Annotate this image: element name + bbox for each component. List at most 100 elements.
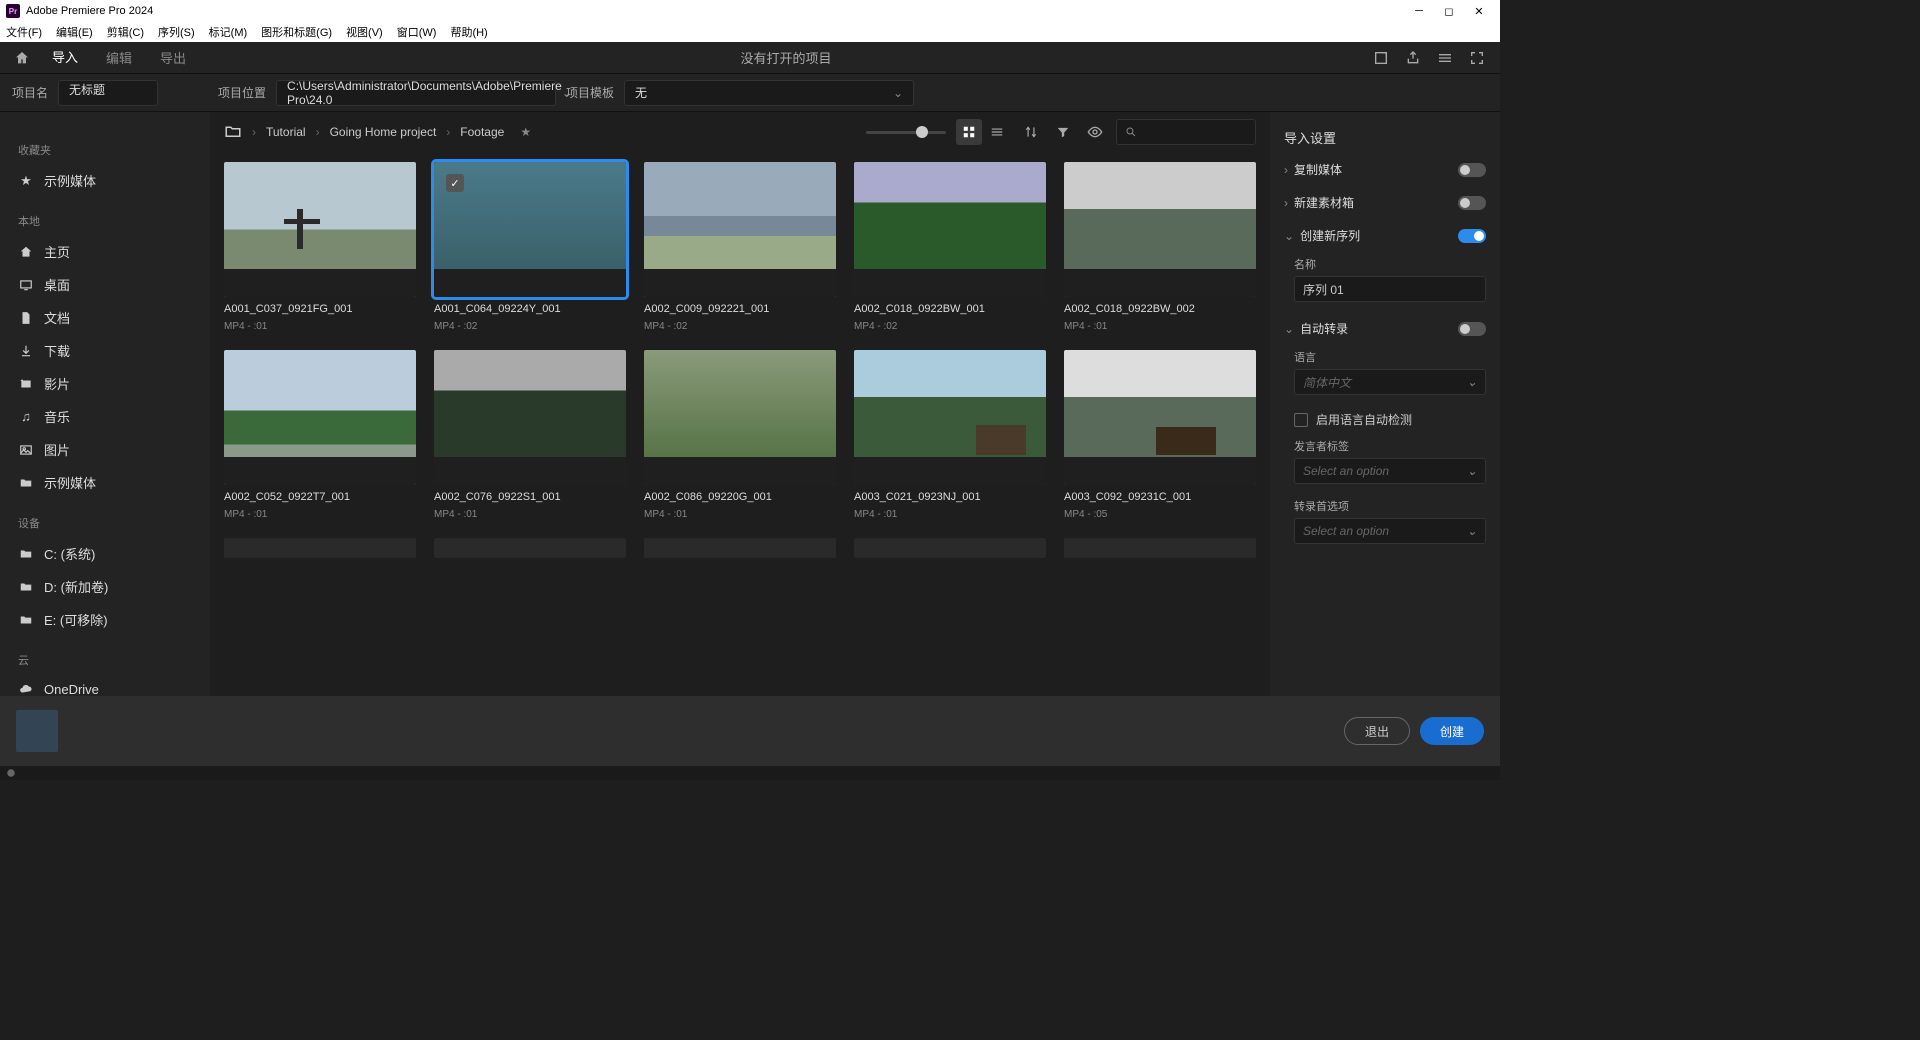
- media-thumbnail[interactable]: [1064, 538, 1256, 558]
- media-thumbnail[interactable]: [224, 538, 416, 558]
- breadcrumb-item[interactable]: Tutorial: [266, 125, 306, 139]
- sidebar-section-cloud: 云: [0, 646, 210, 674]
- exit-button[interactable]: 退出: [1344, 717, 1410, 745]
- auto-detect-checkbox-row[interactable]: 启用语言自动检测: [1270, 405, 1500, 434]
- menu-clip[interactable]: 剪辑(C): [107, 24, 144, 40]
- breadcrumb-item[interactable]: Footage: [460, 125, 504, 139]
- language-select[interactable]: 简体中文⌄: [1294, 369, 1486, 395]
- setting-auto-transcribe[interactable]: ⌄自动转录: [1270, 312, 1500, 345]
- media-thumbnail[interactable]: [644, 162, 836, 297]
- new-bin-toggle[interactable]: [1458, 196, 1486, 210]
- sequence-name-field: 名称: [1270, 252, 1500, 312]
- media-thumbnail[interactable]: [224, 350, 416, 485]
- sidebar-item-sample-media[interactable]: ★示例媒体: [0, 164, 210, 197]
- transcribe-pref-select[interactable]: Select an option⌄: [1294, 518, 1486, 544]
- media-card[interactable]: [434, 538, 626, 558]
- auto-transcribe-toggle[interactable]: [1458, 322, 1486, 336]
- menu-file[interactable]: 文件(F): [6, 24, 42, 40]
- maximize-icon[interactable]: ◻: [1434, 5, 1464, 18]
- list-view-button[interactable]: [984, 119, 1010, 145]
- copy-media-toggle[interactable]: [1458, 163, 1486, 177]
- media-thumbnail[interactable]: [1064, 162, 1256, 297]
- media-card[interactable]: A002_C009_092221_001MP4 - :02: [644, 162, 836, 332]
- sidebar-item-downloads[interactable]: 下载: [0, 334, 210, 367]
- media-card[interactable]: A001_C037_0921FG_001MP4 - :01: [224, 162, 416, 332]
- speaker-select[interactable]: Select an option⌄: [1294, 458, 1486, 484]
- sidebar-item-home[interactable]: 主页: [0, 235, 210, 268]
- menu-help[interactable]: 帮助(H): [450, 24, 487, 40]
- media-card[interactable]: A002_C076_0922S1_001MP4 - :01: [434, 350, 626, 520]
- project-name-input[interactable]: 无标题: [58, 80, 158, 106]
- breadcrumb-item[interactable]: Going Home project: [330, 125, 437, 139]
- media-card[interactable]: A002_C086_09220G_001MP4 - :01: [644, 350, 836, 520]
- sidebar-item-onedrive[interactable]: OneDrive: [0, 674, 210, 696]
- media-card[interactable]: [1064, 538, 1256, 558]
- project-bar: 项目名 无标题 项目位置 C:\Users\Administrator\Docu…: [0, 74, 1500, 112]
- media-thumbnail[interactable]: [434, 538, 626, 558]
- project-template-select[interactable]: 无⌄: [624, 80, 914, 106]
- menu-sequence[interactable]: 序列(S): [158, 24, 195, 40]
- eye-icon[interactable]: [1084, 121, 1106, 143]
- sidebar-item-documents[interactable]: 文档: [0, 301, 210, 334]
- media-card[interactable]: ✓A001_C064_09224Y_001MP4 - :02: [434, 162, 626, 332]
- workspace-menu-icon[interactable]: [1436, 49, 1454, 67]
- sequence-name-input[interactable]: [1294, 276, 1486, 302]
- media-card[interactable]: A002_C018_0922BW_002MP4 - :01: [1064, 162, 1256, 332]
- setting-new-bin[interactable]: ›新建素材箱: [1270, 186, 1500, 219]
- search-input[interactable]: [1116, 119, 1256, 145]
- menu-window[interactable]: 窗口(W): [397, 24, 437, 40]
- project-location-select[interactable]: C:\Users\Administrator\Documents\Adobe\P…: [276, 80, 556, 106]
- quick-export-icon[interactable]: [1372, 49, 1390, 67]
- menu-graphics[interactable]: 图形和标题(G): [261, 24, 332, 40]
- sidebar-item-desktop[interactable]: 桌面: [0, 268, 210, 301]
- sidebar-item-sample-folder[interactable]: 示例媒体: [0, 466, 210, 499]
- menu-view[interactable]: 视图(V): [346, 24, 383, 40]
- app-logo: Pr: [6, 4, 20, 18]
- fullscreen-icon[interactable]: [1468, 49, 1486, 67]
- menu-markers[interactable]: 标记(M): [209, 24, 248, 40]
- minimize-icon[interactable]: ─: [1404, 5, 1434, 17]
- checkbox-icon[interactable]: [1294, 413, 1308, 427]
- selected-thumbnail[interactable]: [16, 710, 58, 752]
- sidebar-item-drive-c[interactable]: C: (系统): [0, 537, 210, 570]
- media-thumbnail[interactable]: [854, 350, 1046, 485]
- media-thumbnail[interactable]: [224, 162, 416, 297]
- media-thumbnail[interactable]: [1064, 350, 1256, 485]
- media-card[interactable]: A003_C021_0923NJ_001MP4 - :01: [854, 350, 1046, 520]
- media-card[interactable]: [854, 538, 1046, 558]
- sidebar-item-movies[interactable]: 影片: [0, 367, 210, 400]
- folder-open-icon[interactable]: [224, 122, 242, 143]
- setting-new-sequence[interactable]: ⌄创建新序列: [1270, 219, 1500, 252]
- share-icon[interactable]: [1404, 49, 1422, 67]
- new-sequence-toggle[interactable]: [1458, 229, 1486, 243]
- setting-copy-media[interactable]: ›复制媒体: [1270, 153, 1500, 186]
- tab-export[interactable]: 导出: [146, 40, 200, 75]
- thumbnail-size-slider[interactable]: [866, 131, 946, 134]
- checkmark-icon[interactable]: ✓: [446, 174, 464, 192]
- media-card[interactable]: A002_C052_0922T7_001MP4 - :01: [224, 350, 416, 520]
- menu-edit[interactable]: 编辑(E): [56, 24, 93, 40]
- media-thumbnail[interactable]: [644, 538, 836, 558]
- media-card[interactable]: A002_C018_0922BW_001MP4 - :02: [854, 162, 1046, 332]
- tab-import[interactable]: 导入: [38, 39, 92, 76]
- favorite-star-icon[interactable]: ★: [520, 125, 531, 139]
- media-thumbnail[interactable]: [854, 538, 1046, 558]
- create-button[interactable]: 创建: [1420, 717, 1484, 745]
- media-thumbnail[interactable]: [434, 350, 626, 485]
- media-thumbnail[interactable]: ✓: [434, 162, 626, 297]
- sidebar-item-music[interactable]: ♫音乐: [0, 400, 210, 433]
- media-card[interactable]: [644, 538, 836, 558]
- close-icon[interactable]: ✕: [1464, 5, 1494, 18]
- filter-icon[interactable]: [1052, 121, 1074, 143]
- media-thumbnail[interactable]: [644, 350, 836, 485]
- sidebar-item-pictures[interactable]: 图片: [0, 433, 210, 466]
- sort-icon[interactable]: [1020, 121, 1042, 143]
- grid-view-button[interactable]: [956, 119, 982, 145]
- sidebar-item-drive-e[interactable]: E: (可移除): [0, 603, 210, 636]
- sidebar-item-drive-d[interactable]: D: (新加卷): [0, 570, 210, 603]
- tab-edit[interactable]: 编辑: [92, 40, 146, 75]
- home-icon[interactable]: [12, 48, 32, 68]
- media-card[interactable]: [224, 538, 416, 558]
- media-card[interactable]: A003_C092_09231C_001MP4 - :05: [1064, 350, 1256, 520]
- media-thumbnail[interactable]: [854, 162, 1046, 297]
